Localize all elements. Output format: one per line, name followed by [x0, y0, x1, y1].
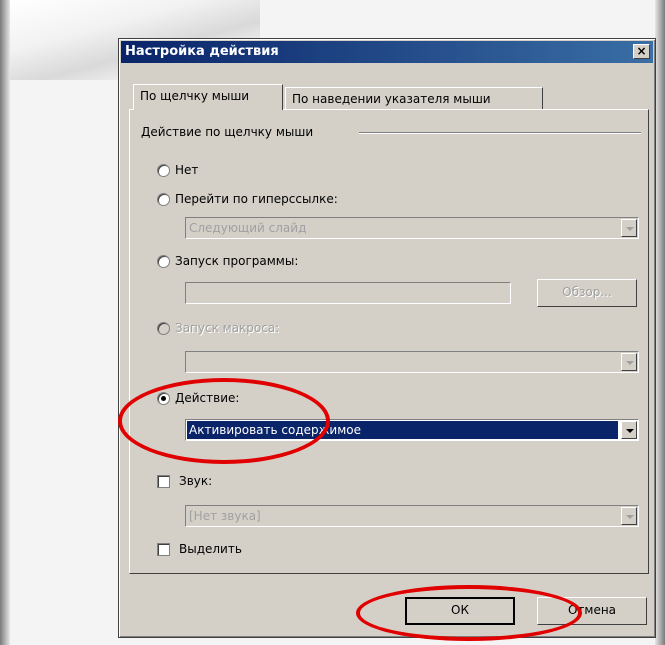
hyperlink-select-value: Следующий слайд — [189, 221, 307, 235]
radio-action-label: Действие: — [175, 391, 240, 405]
highlight-checkbox[interactable] — [157, 543, 170, 556]
action-select-value: Активировать содержимое — [187, 421, 618, 439]
chevron-down-icon — [621, 507, 637, 525]
sound-select[interactable]: [Нет звука] — [185, 505, 639, 527]
chevron-down-icon — [621, 421, 637, 439]
radio-hyperlink[interactable] — [157, 193, 170, 206]
radio-action[interactable] — [157, 392, 170, 405]
close-button[interactable]: × — [633, 44, 650, 59]
action-settings-dialog: Настройка действия × По щелчку мыши По н… — [118, 38, 656, 638]
macro-select[interactable] — [185, 351, 639, 373]
close-icon: × — [636, 44, 647, 58]
group-divider — [359, 132, 641, 134]
page-edge-left — [0, 0, 10, 645]
dialog-titlebar[interactable]: Настройка действия × — [121, 41, 653, 63]
tab-on-mouse-over[interactable]: По наведении указателя мыши — [285, 87, 543, 110]
ok-button[interactable]: ОК — [405, 597, 515, 625]
radio-none-label: Нет — [175, 163, 199, 177]
tab-on-mouse-click[interactable]: По щелчку мыши — [133, 84, 283, 110]
sound-checkbox-label: Звук: — [179, 474, 213, 488]
radio-program[interactable] — [157, 255, 170, 268]
chevron-down-icon — [621, 219, 637, 237]
radio-none[interactable] — [157, 164, 170, 177]
group-label: Действие по щелчку мыши — [141, 125, 320, 139]
radio-macro-label: Запуск макроса: — [175, 321, 280, 335]
program-path-input[interactable] — [185, 282, 511, 304]
radio-hyperlink-label: Перейти по гиперссылке: — [175, 192, 338, 206]
radio-macro[interactable] — [157, 322, 170, 335]
sound-checkbox[interactable] — [157, 475, 170, 488]
cancel-button[interactable]: Отмена — [537, 597, 647, 625]
hyperlink-select[interactable]: Следующий слайд — [185, 217, 639, 239]
highlight-checkbox-label: Выделить — [179, 542, 242, 556]
chevron-down-icon — [621, 353, 637, 371]
page-edge-right — [655, 0, 665, 645]
action-select[interactable]: Активировать содержимое — [185, 419, 639, 441]
dialog-title: Настройка действия — [125, 44, 279, 59]
sound-select-value: [Нет звука] — [189, 509, 261, 523]
radio-program-label: Запуск программы: — [175, 254, 299, 268]
browse-button[interactable]: Обзор... — [537, 279, 637, 307]
